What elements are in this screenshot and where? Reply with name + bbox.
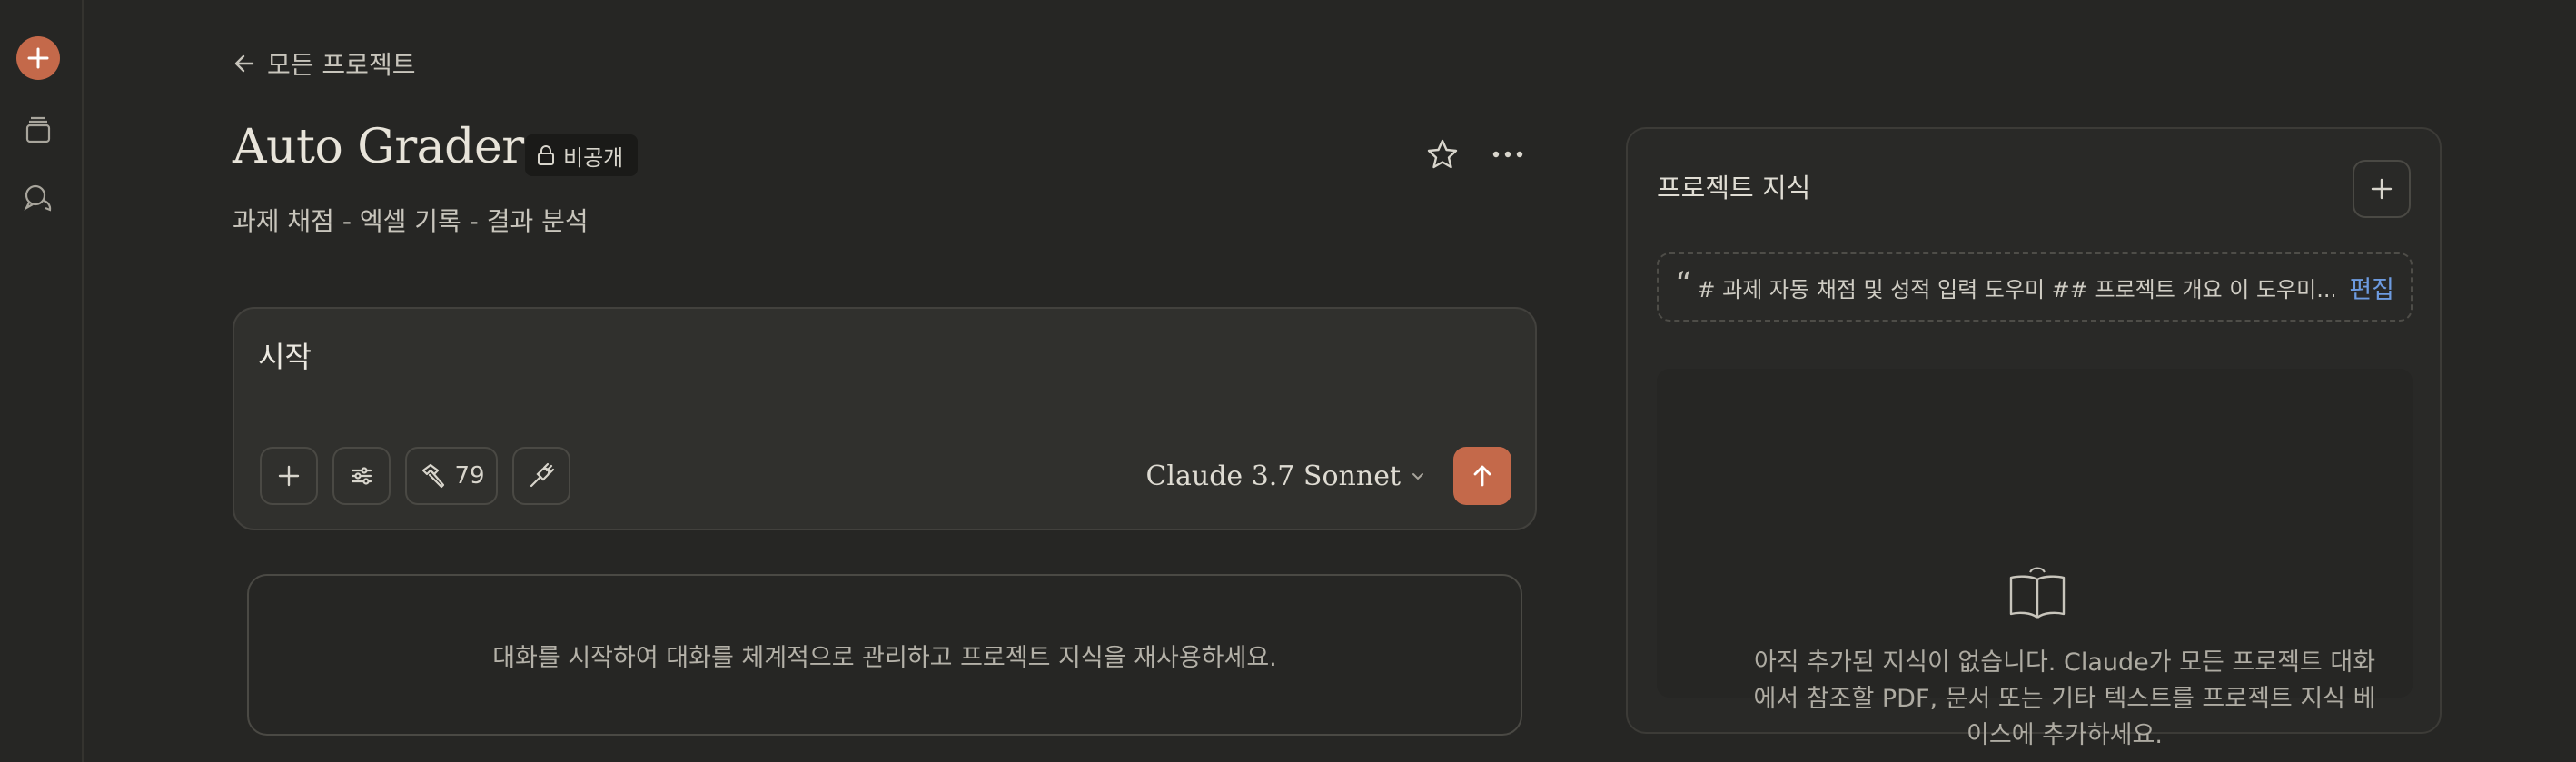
projects-icon (25, 116, 51, 143)
empty-conversations-text: 대화를 시작하여 대화를 체계적으로 관리하고 프로젝트 지식을 재사용하세요. (492, 643, 1277, 672)
lock-icon (538, 145, 554, 165)
visibility-label: 비공개 (563, 144, 624, 171)
back-to-projects-link[interactable]: 모든 프로젝트 (233, 45, 415, 82)
empty-conversations-panel: 대화를 시작하여 대화를 체계적으로 관리하고 프로젝트 지식을 재사용하세요. (247, 574, 1522, 736)
hammer-icon (422, 463, 445, 489)
book-icon (2006, 563, 2069, 621)
chat-composer: 시작 79 Claude 3.7 Sonnet (233, 307, 1537, 530)
chats-button[interactable] (22, 182, 54, 214)
chevron-down-icon (1412, 473, 1423, 480)
knowledge-empty-text: 아직 추가된 지식이 없습니다. Claude가 모든 프로젝트 대화 에서 참… (1711, 645, 2418, 754)
plus-icon (278, 465, 300, 487)
visibility-badge: 비공개 (525, 134, 639, 176)
model-selector[interactable]: Claude 3.7 Sonnet (1145, 454, 1426, 498)
add-knowledge-button[interactable] (2353, 160, 2411, 218)
arrow-up-icon (1473, 465, 1491, 487)
project-knowledge-panel: 프로젝트 지식 “ # 과제 자동 채점 및 성적 입력 도우미 ## 프로젝트… (1626, 127, 2442, 749)
edit-instructions-link[interactable]: 편집 (2349, 270, 2394, 305)
empty-text-line: 에서 참조할 PDF, 문서 또는 기타 텍스트를 프로젝트 지식 베 (1753, 685, 2376, 713)
chats-icon (24, 184, 52, 212)
project-title: Auto Grader (233, 120, 524, 174)
quote-icon: “ (1675, 265, 1692, 303)
send-button[interactable] (1453, 447, 1511, 505)
empty-text-line: 이스에 추가하세요. (1967, 721, 2163, 749)
model-label: Claude 3.7 Sonnet (1145, 460, 1401, 492)
settings-button[interactable] (332, 447, 391, 505)
new-chat-button[interactable] (16, 36, 60, 80)
integrations-button[interactable] (512, 447, 570, 505)
plug-icon (530, 462, 555, 488)
plus-icon (27, 47, 49, 69)
back-link-label: 모든 프로젝트 (267, 50, 416, 80)
more-icon (1492, 151, 1523, 158)
knowledge-title: 프로젝트 지식 (1657, 173, 1811, 203)
star-icon (1427, 139, 1458, 169)
knowledge-empty-state: 아직 추가된 지식이 없습니다. Claude가 모든 프로젝트 대화 에서 참… (1657, 369, 2413, 749)
plus-icon (2371, 178, 2393, 200)
project-description: 과제 채점 - 엑셀 기록 - 결과 분석 (233, 206, 589, 236)
instructions-preview: # 과제 자동 채점 및 성적 입력 도우미 ## 프로젝트 개요 이 도우미.… (1697, 276, 2335, 302)
sidebar (0, 0, 84, 762)
project-instructions[interactable]: “ # 과제 자동 채점 및 성적 입력 도우미 ## 프로젝트 개요 이 도우… (1657, 252, 2413, 322)
tools-button[interactable]: 79 (405, 447, 498, 505)
star-button[interactable] (1424, 136, 1461, 173)
message-input[interactable]: 시작 (258, 334, 312, 376)
arrow-left-icon (234, 54, 254, 73)
projects-button[interactable] (22, 114, 54, 147)
more-options-button[interactable] (1490, 136, 1526, 173)
empty-text-line: 아직 추가된 지식이 없습니다. Claude가 모든 프로젝트 대화 (1753, 648, 2376, 677)
tools-count: 79 (454, 462, 485, 490)
sliders-icon (351, 467, 372, 485)
add-content-button[interactable] (260, 447, 318, 505)
